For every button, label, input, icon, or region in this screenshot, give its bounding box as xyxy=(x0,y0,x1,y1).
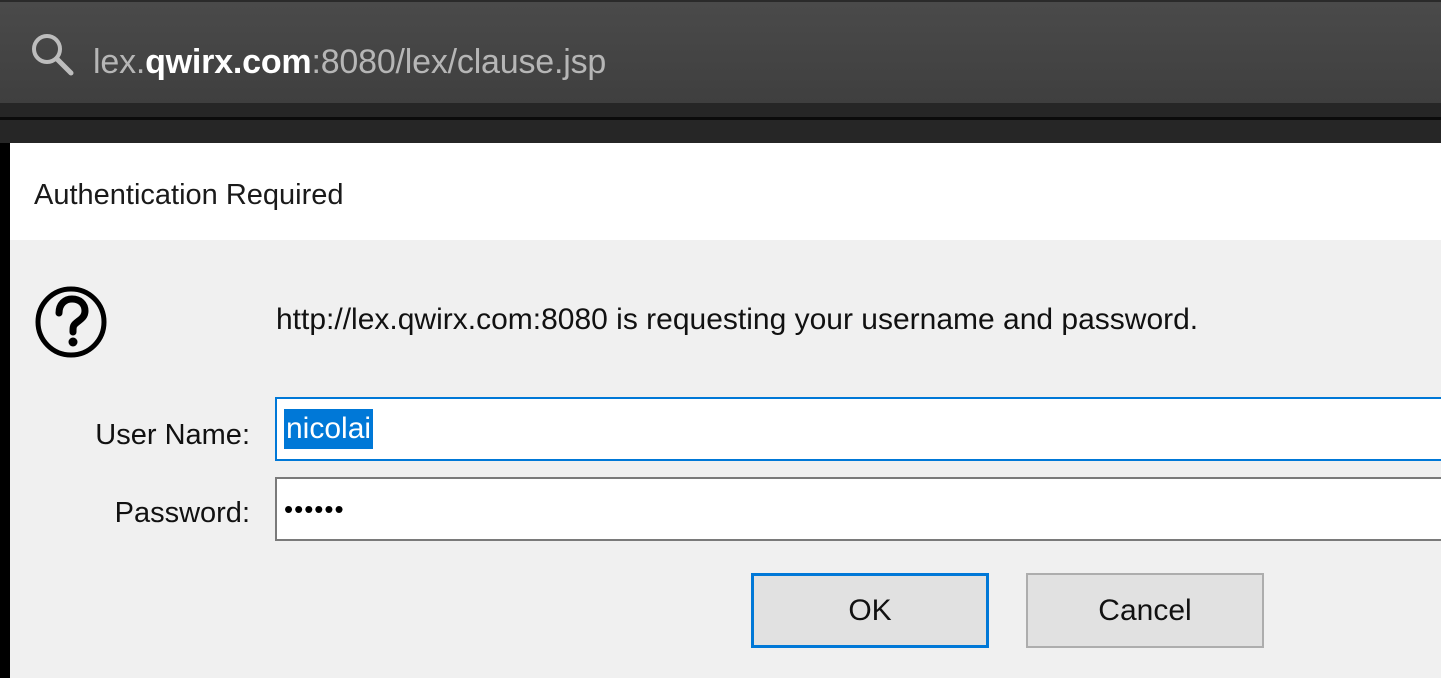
url-text[interactable]: lex.qwirx.com:8080/lex/clause.jsp xyxy=(93,40,606,84)
ok-button[interactable]: OK xyxy=(751,573,989,648)
cancel-button[interactable]: Cancel xyxy=(1026,573,1264,648)
username-field[interactable]: nicolai xyxy=(275,397,1441,461)
username-label: User Name: xyxy=(95,419,250,451)
password-label: Password: xyxy=(114,497,250,529)
url-path: :8080/lex/clause.jsp xyxy=(311,43,607,81)
password-field[interactable]: •••••• xyxy=(275,477,1441,541)
password-value: •••••• xyxy=(284,494,345,524)
question-icon xyxy=(35,286,107,358)
url-subdomain: lex. xyxy=(93,43,146,81)
address-bar[interactable]: lex.qwirx.com:8080/lex/clause.jsp xyxy=(0,0,1441,103)
url-host: qwirx.com xyxy=(145,43,312,81)
search-icon xyxy=(32,34,74,76)
auth-dialog: Authentication Required http://lex.qwirx… xyxy=(10,143,1441,678)
toolbar-strip xyxy=(0,103,1441,143)
toolbar-divider xyxy=(0,117,1441,120)
username-value: nicolai xyxy=(284,409,374,449)
dialog-title: Authentication Required xyxy=(34,179,344,211)
dialog-titlebar: Authentication Required xyxy=(10,143,1441,240)
auth-message: http://lex.qwirx.com:8080 is requesting … xyxy=(276,303,1199,336)
